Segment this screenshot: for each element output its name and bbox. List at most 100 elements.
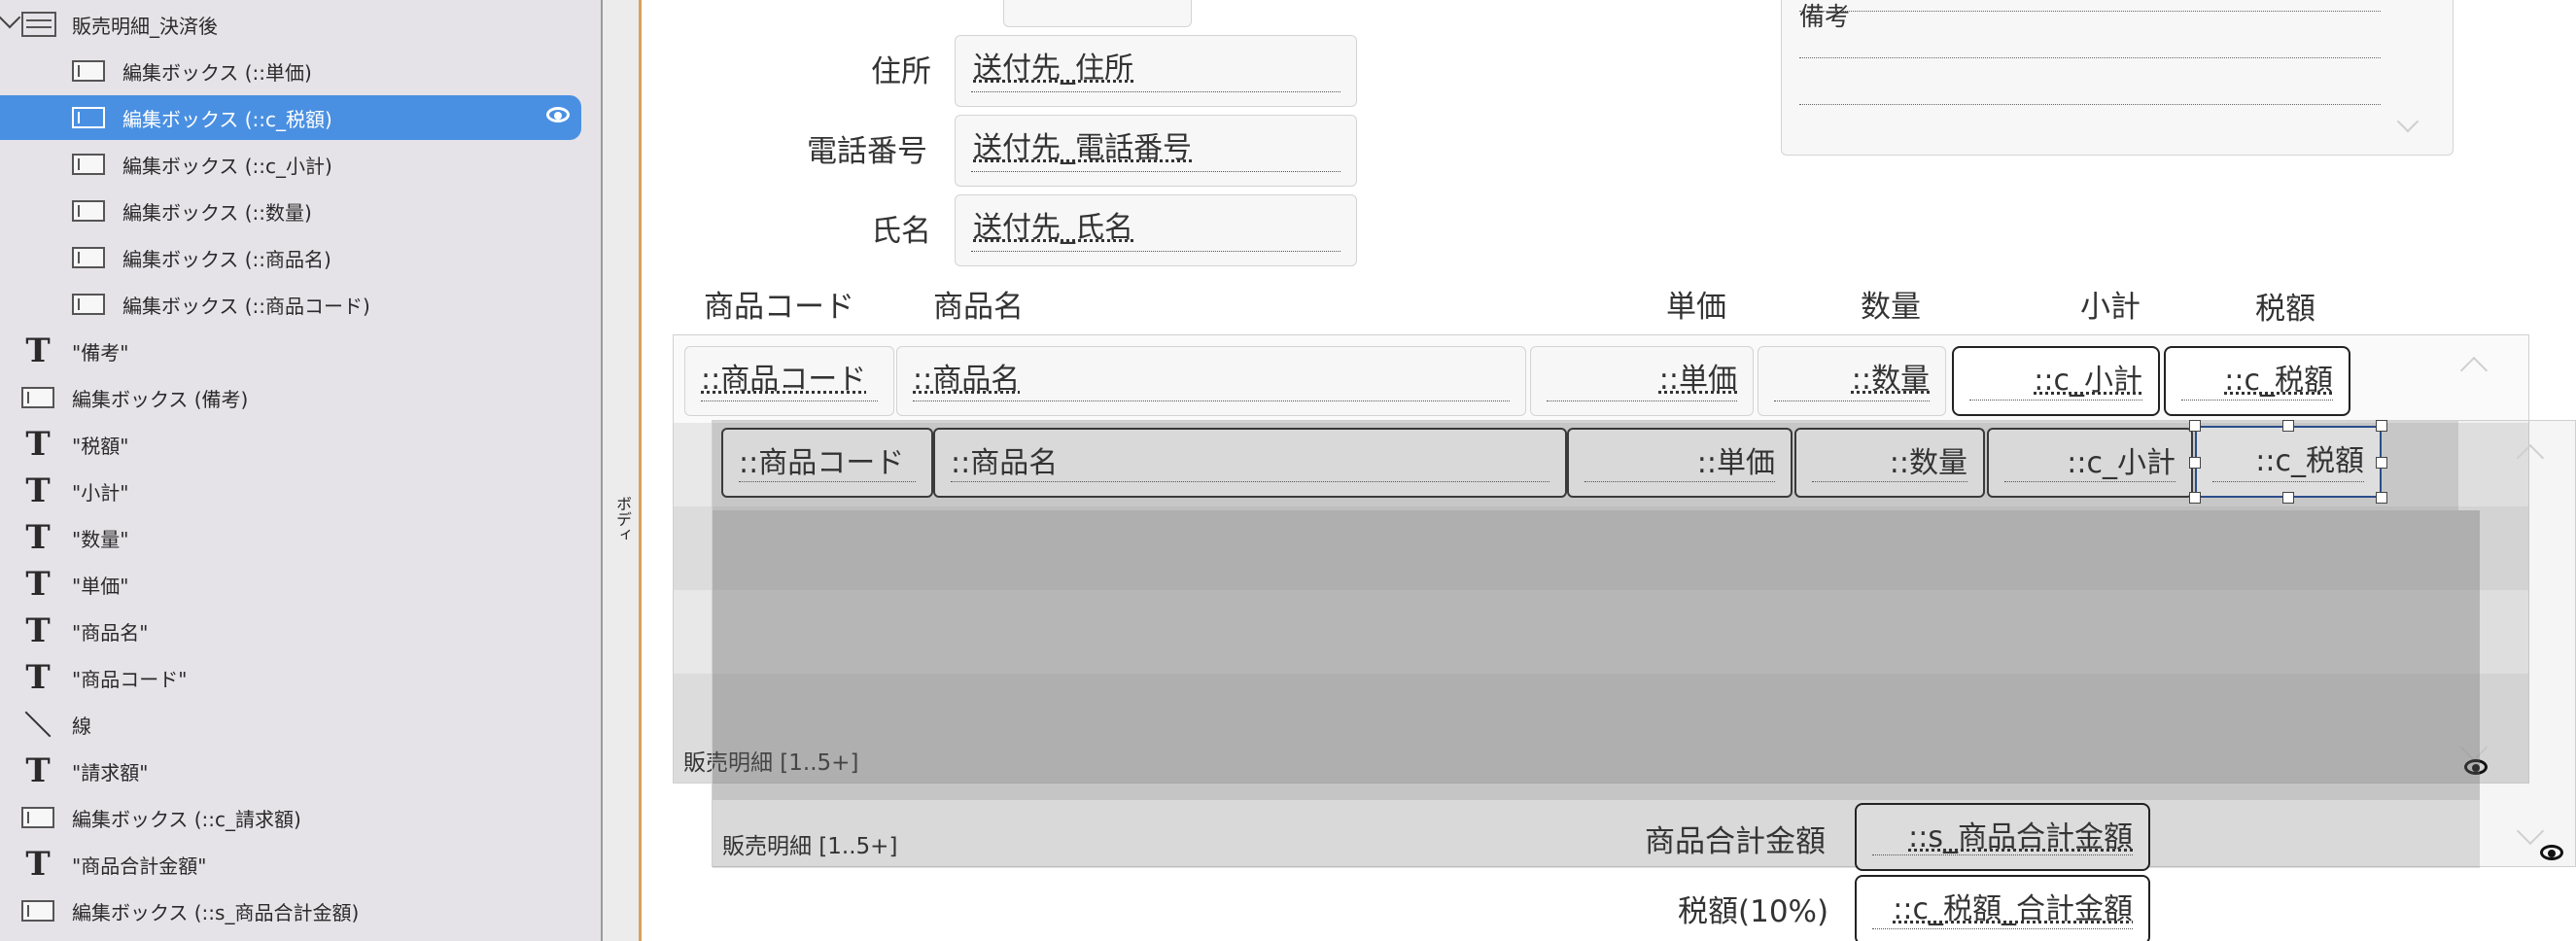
line-object-icon — [21, 710, 54, 739]
tree-item-label: 編集ボックス (::単価) — [122, 60, 312, 85]
memo-value: 備考 — [1799, 3, 1851, 32]
portal2-product-name-value: ::商品名 — [951, 446, 1059, 480]
portal1-scroll-up-chevron-icon[interactable] — [2459, 356, 2489, 385]
tree-item[interactable]: 編集ボックス (::単価) — [0, 49, 312, 93]
portal1-product-code-value: ::商品コード — [701, 363, 867, 397]
tree-item-label: "商品合計金額" — [72, 854, 207, 878]
selection-handle-middle-left[interactable] — [2189, 457, 2201, 469]
address-field[interactable]: 送付先_住所 — [955, 35, 1357, 107]
portal2-unit-price-field[interactable]: ::単価 — [1567, 428, 1793, 498]
tree-item[interactable]: T "数量" — [0, 515, 128, 560]
tree-item[interactable]: 編集ボックス (::s_商品合計金額) — [0, 889, 359, 933]
tree-item-label: "単価" — [72, 574, 129, 598]
tree-item-label: 編集ボックス (::数量) — [122, 200, 312, 225]
total-amount-value: ::s_商品合計金額 — [1908, 820, 2133, 854]
selection-handle-top-left[interactable] — [2189, 420, 2201, 432]
visibility-eye-icon[interactable] — [546, 107, 570, 122]
phone-label: 電話番号 — [807, 134, 927, 169]
tree-item[interactable]: T "小計" — [0, 469, 128, 513]
name-underline — [971, 251, 1340, 252]
portal2-unit-price-value: ::単価 — [1696, 446, 1775, 480]
memo-line-3 — [1799, 104, 2381, 105]
memo-line-2 — [1799, 57, 2381, 58]
tree-item[interactable]: T "商品コード" — [0, 655, 187, 700]
selection-handle-middle-right[interactable] — [2376, 457, 2387, 469]
edit-box-icon — [72, 247, 105, 268]
tree-item-label: 編集ボックス (::c_小計) — [122, 154, 332, 178]
portal2-product-name-field[interactable]: ::商品名 — [933, 428, 1567, 498]
tree-item[interactable]: T "商品合計金額" — [0, 842, 206, 887]
text-object-icon: T — [25, 518, 51, 557]
edit-box-icon — [72, 294, 105, 315]
portal1-tax-underline — [2181, 400, 2333, 401]
total-amount-field[interactable]: ::s_商品合計金額 — [1855, 803, 2150, 871]
selection-handle-bottom-left[interactable] — [2189, 492, 2201, 504]
tree-item[interactable]: 編集ボックス (::c_小計) — [0, 142, 332, 187]
header-unit-price: 単価 — [1666, 290, 1726, 325]
memo-scroll-chevron-icon[interactable] — [2396, 110, 2419, 133]
header-product-name: 商品名 — [933, 290, 1024, 325]
layout-canvas[interactable]: 備考 住所 送付先_住所 電話番号 送付先_電話番号 氏名 送付先_氏名 商品コ… — [642, 0, 2576, 941]
tree-item-label: "税額" — [72, 434, 129, 458]
tax-total-label: 税額(10%) — [1678, 894, 1829, 929]
disclosure-chevron-icon[interactable] — [0, 6, 21, 29]
tree-item[interactable]: T "請求額" — [0, 749, 148, 793]
portal2-visibility-eye-icon[interactable] — [2540, 845, 2563, 860]
memo-field[interactable]: 備考 — [1781, 0, 2454, 156]
header-subtotal: 小計 — [2080, 290, 2141, 325]
tree-item[interactable]: 編集ボックス (::商品名) — [0, 235, 331, 280]
portal1-subtotal-field[interactable]: ::c_小計 — [1952, 346, 2160, 416]
address-value: 送付先_住所 — [973, 52, 1133, 86]
top-clipped-field[interactable] — [1003, 0, 1192, 27]
tree-item[interactable]: T "備考" — [0, 329, 128, 373]
portal2-quantity-value: ::数量 — [1889, 446, 1967, 480]
tree-item[interactable]: 編集ボックス (備考) — [0, 375, 248, 420]
portal2-scroll-up-chevron-icon[interactable] — [2516, 443, 2545, 472]
phone-value: 送付先_電話番号 — [973, 131, 1192, 165]
phone-field[interactable]: 送付先_電話番号 — [955, 115, 1357, 187]
tree-item[interactable]: 編集ボックス (::c_税額) — [0, 95, 581, 140]
name-field[interactable]: 送付先_氏名 — [955, 194, 1357, 266]
tree-item[interactable]: 販売明細_決済後 — [0, 2, 218, 47]
portal2-tax-field-selected[interactable]: ::c_税額 — [2195, 426, 2382, 498]
portal1-quantity-field[interactable]: ::数量 — [1758, 346, 1946, 416]
tree-item[interactable]: T "単価" — [0, 562, 128, 607]
text-object-icon: T — [25, 751, 51, 790]
tree-item[interactable]: 編集ボックス (::c_請求額) — [0, 795, 301, 840]
portal2-product-code-underline — [739, 481, 916, 482]
edit-box-icon — [72, 107, 105, 128]
portal2-product-code-field[interactable]: ::商品コード — [721, 428, 933, 498]
tree-item-label: "数量" — [72, 527, 129, 551]
part-label-bar[interactable]: ボディ — [601, 0, 642, 941]
address-label: 住所 — [871, 54, 931, 89]
portal2-quantity-field[interactable]: ::数量 — [1794, 428, 1985, 498]
portal2-subtotal-field[interactable]: ::c_小計 — [1987, 428, 2193, 498]
header-quantity: 数量 — [1861, 290, 1921, 325]
tree-item-label: "備考" — [72, 340, 129, 365]
selection-handle-top-center[interactable] — [2282, 420, 2294, 432]
object-tree-panel: 販売明細_決済後編集ボックス (::単価)編集ボックス (::c_税額)編集ボッ… — [0, 0, 601, 941]
tree-item[interactable]: 編集ボックス (::数量) — [0, 189, 312, 233]
tree-item[interactable]: T "税額" — [0, 422, 128, 467]
portal1-product-code-field[interactable]: ::商品コード — [684, 346, 894, 416]
total-amount-underline — [1872, 854, 2133, 855]
selection-handle-top-right[interactable] — [2376, 420, 2387, 432]
tree-item[interactable]: 線 — [0, 702, 91, 747]
tree-item[interactable]: T "商品名" — [0, 609, 148, 653]
portal2-tax-underline — [2212, 481, 2364, 482]
tree-item-label: "小計" — [72, 480, 129, 505]
selection-handle-bottom-right[interactable] — [2376, 492, 2387, 504]
header-tax: 税額 — [2255, 292, 2315, 327]
text-object-icon: T — [25, 471, 51, 510]
selection-handle-bottom-center[interactable] — [2282, 492, 2294, 504]
tax-total-underline — [1872, 928, 2133, 929]
phone-underline — [971, 171, 1340, 172]
portal2-scroll-down-chevron-icon[interactable] — [2516, 817, 2545, 846]
tree-item-label: 編集ボックス (::s_商品合計金額) — [72, 900, 360, 924]
portal1-product-name-field[interactable]: ::商品名 — [896, 346, 1526, 416]
portal1-unit-price-field[interactable]: ::単価 — [1530, 346, 1754, 416]
portal1-tax-field[interactable]: ::c_税額 — [2164, 346, 2350, 416]
portal-list-icon — [21, 12, 56, 37]
tree-item[interactable]: 編集ボックス (::商品コード) — [0, 282, 370, 327]
tax-total-field[interactable]: ::c_税額_合計金額 — [1855, 875, 2150, 941]
